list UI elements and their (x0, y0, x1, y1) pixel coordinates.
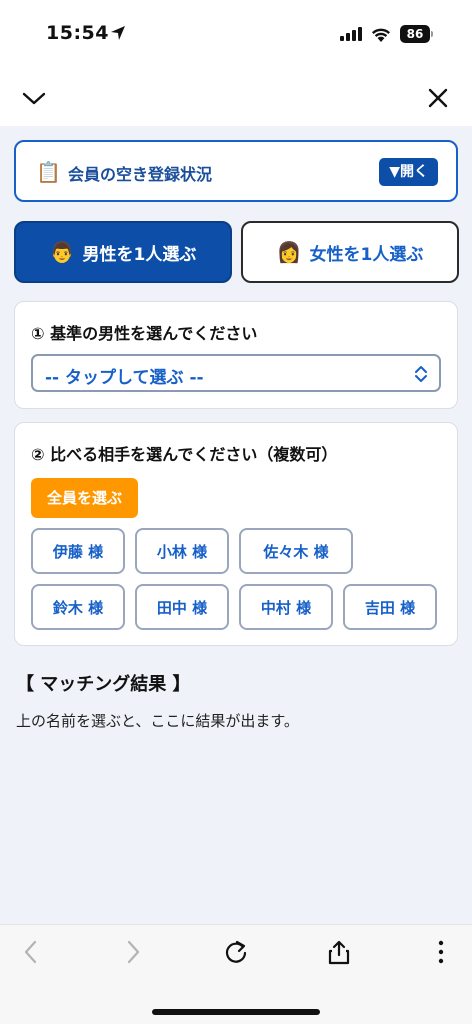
base-male-panel: ① 基準の男性を選んでください -- タップして選ぶ -- (14, 301, 458, 409)
close-icon[interactable] (424, 84, 452, 112)
open-button[interactable]: ▼開く (379, 158, 438, 186)
back-icon[interactable] (18, 939, 44, 965)
select-all-button[interactable]: 全員を選ぶ (31, 478, 139, 518)
select-female-label: 女性を1人選ぶ (309, 244, 424, 265)
woman-face-icon: 👩 (276, 240, 302, 264)
matching-result-text: 上の名前を選ぶと、ここに結果が出ます。 (16, 712, 299, 730)
matching-result-title: 【 マッチング結果 】 (16, 674, 191, 695)
registration-status-title: 会員の空き登録状況 (68, 165, 213, 184)
chevron-down-icon[interactable] (20, 84, 48, 112)
step1-heading: ① 基準の男性を選んでください (31, 324, 258, 343)
battery-indicator: 86 (400, 25, 430, 43)
compare-partners-panel: ② 比べる相手を選んでください（複数可） 全員を選ぶ 伊藤 様 小林 様 佐々木… (14, 422, 458, 646)
name-button-kobayashi[interactable]: 小林 様 (135, 528, 229, 574)
name-button-suzuki[interactable]: 鈴木 様 (31, 584, 125, 630)
registration-status-card[interactable]: 📋 会員の空き登録状況 ▼開く (14, 140, 458, 202)
name-button-sasaki[interactable]: 佐々木 様 (239, 528, 353, 574)
status-time: 15:54 (46, 22, 109, 44)
name-button-nakamura[interactable]: 中村 様 (239, 584, 333, 630)
name-button-yoshida[interactable]: 吉田 様 (343, 584, 437, 630)
base-male-select[interactable]: -- タップして選ぶ -- (31, 354, 441, 392)
battery-cap (431, 31, 433, 37)
base-male-select-value: -- タップして選ぶ -- (45, 368, 204, 388)
main-content: 📋 会員の空き登録状況 ▼開く 👨 男性を1人選ぶ 👩 女性を1人選ぶ ① 基準… (0, 126, 472, 924)
browser-toolbar (0, 924, 472, 1024)
clipboard-icon: 📋 (36, 160, 61, 184)
location-arrow-icon (111, 26, 125, 40)
step2-heading: ② 比べる相手を選んでください（複数可） (31, 445, 338, 464)
reload-icon[interactable] (223, 939, 249, 965)
more-options-icon[interactable] (428, 939, 454, 965)
status-bar: 15:54 86 (0, 0, 472, 70)
name-button-tanaka[interactable]: 田中 様 (135, 584, 229, 630)
name-button-ito[interactable]: 伊藤 様 (31, 528, 125, 574)
sheet-top-bar (0, 70, 472, 126)
forward-icon[interactable] (120, 939, 146, 965)
share-icon[interactable] (326, 939, 352, 965)
select-male-label: 男性を1人選ぶ (82, 244, 197, 265)
wifi-icon (372, 28, 390, 42)
select-male-tab[interactable]: 👨 男性を1人選ぶ (14, 221, 232, 283)
cellular-signal-icon (340, 27, 362, 41)
select-female-tab[interactable]: 👩 女性を1人選ぶ (241, 221, 459, 283)
man-face-icon: 👨 (49, 240, 75, 264)
chevron-up-down-icon (415, 366, 427, 382)
home-indicator (152, 1009, 320, 1015)
